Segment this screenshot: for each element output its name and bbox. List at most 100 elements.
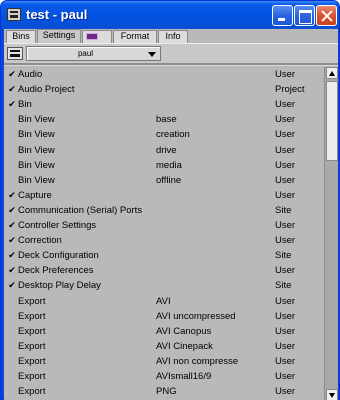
setting-scope: User — [275, 144, 296, 156]
setting-name: Correction — [18, 235, 62, 247]
purple-monitor-icon — [86, 33, 98, 40]
settings-row[interactable]: Export AVI Cinepack User — [4, 339, 322, 354]
scrollbar-thumb[interactable] — [326, 81, 338, 161]
settings-row[interactable]: Export AVI non compresse User — [4, 354, 322, 369]
settings-row[interactable]: Bin View creation User — [4, 127, 322, 142]
setting-subname: creation — [156, 129, 190, 141]
settings-row[interactable]: Bin View drive User — [4, 143, 322, 158]
settings-row[interactable]: Export PNG User — [4, 384, 322, 399]
setting-name: Export — [18, 355, 46, 367]
setting-scope: User — [275, 220, 296, 231]
chevron-down-icon[interactable] — [148, 52, 156, 57]
settings-row[interactable]: Bin View offline User — [4, 173, 322, 188]
setting-name: Export — [18, 371, 46, 382]
setting-scope: User — [275, 265, 296, 277]
settings-panel: Bins Settings Format Info paul ✔ Audio Use… — [4, 29, 338, 400]
setting-name: Bin View — [18, 114, 55, 126]
setting-subname: AVI uncompressed — [156, 310, 236, 322]
setting-name: Controller Settings — [18, 220, 97, 231]
setting-name: Deck Configuration — [18, 250, 99, 262]
setting-name: Export — [18, 310, 46, 322]
setting-scope: User — [275, 235, 296, 247]
setting-scope: User — [275, 189, 296, 201]
setting-scope: User — [275, 174, 296, 186]
settings-row[interactable]: Bin View media User — [4, 158, 322, 173]
settings-row[interactable]: Export AVI Canopus User — [4, 324, 322, 339]
settings-row[interactable]: ✔ Deck Preferences User — [4, 263, 322, 278]
setting-scope: User — [275, 99, 296, 111]
tab-info[interactable]: Info — [158, 30, 188, 43]
user-dropdown-value: paul — [77, 49, 94, 58]
checkmark-icon: ✔ — [8, 189, 16, 200]
setting-scope: Site — [275, 250, 292, 262]
settings-row[interactable]: ✔ Communication (Serial) Ports Site — [4, 203, 322, 218]
maximize-button[interactable] — [294, 5, 315, 26]
settings-row[interactable]: Export AVI User — [4, 294, 322, 309]
setting-name: Bin View — [18, 129, 55, 141]
tab-strip: Bins Settings Format Info — [4, 29, 338, 43]
setting-scope: User — [275, 371, 296, 382]
setting-scope: User — [275, 386, 296, 398]
tab-monitor[interactable] — [82, 30, 112, 43]
setting-name: Bin View — [18, 174, 55, 186]
user-dropdown[interactable]: paul — [26, 46, 161, 61]
vertical-scrollbar[interactable] — [324, 67, 338, 400]
settings-row[interactable]: ✔ Audio User — [4, 67, 322, 82]
setting-name: Export — [18, 325, 46, 337]
checkmark-icon: ✔ — [8, 235, 16, 246]
close-button[interactable] — [316, 5, 337, 26]
checkmark-icon: ✔ — [8, 220, 16, 230]
window-title: test - paul — [26, 7, 88, 22]
setting-scope: Site — [275, 280, 292, 292]
scroll-up-arrow-icon[interactable] — [326, 67, 338, 79]
setting-scope: User — [275, 129, 296, 141]
settings-list: ✔ Audio User ✔ Audio Project Project ✔ Bin User B… — [4, 67, 322, 400]
setting-scope: Site — [275, 204, 292, 216]
settings-row[interactable]: ✔ Capture User — [4, 188, 322, 203]
setting-name: Communication (Serial) Ports — [18, 204, 143, 216]
settings-row[interactable]: ✔ Desktop Play Delay Site — [4, 278, 322, 293]
setting-subname: media — [156, 159, 182, 171]
setting-scope: User — [275, 310, 296, 322]
settings-row[interactable]: Export AVI uncompressed User — [4, 309, 322, 324]
checkmark-icon: ✔ — [8, 280, 16, 291]
settings-row[interactable]: ✔ Bin User — [4, 97, 322, 112]
checkmark-icon: ✔ — [8, 84, 16, 95]
setting-scope: User — [275, 295, 296, 307]
setting-name: Capture — [18, 189, 52, 201]
settings-menu-icon[interactable] — [7, 47, 23, 60]
settings-row[interactable]: Bin View base User — [4, 112, 322, 127]
setting-name: Bin View — [18, 159, 55, 171]
minimize-button[interactable] — [272, 5, 293, 26]
setting-scope: User — [275, 355, 296, 367]
checkmark-icon: ✔ — [8, 69, 16, 79]
scroll-down-arrow-icon[interactable] — [326, 389, 338, 400]
setting-scope: User — [275, 159, 296, 171]
setting-scope: User — [275, 340, 296, 352]
settings-row[interactable]: ✔ Controller Settings User — [4, 218, 322, 233]
checkmark-icon: ✔ — [8, 250, 16, 261]
tab-format[interactable]: Format — [113, 30, 157, 43]
setting-name: Audio Project — [18, 84, 75, 96]
checkmark-icon: ✔ — [8, 265, 16, 276]
title-bar[interactable]: test - paul — [1, 1, 339, 29]
settings-row[interactable]: ✔ Audio Project Project — [4, 82, 322, 97]
tab-bins[interactable]: Bins — [6, 30, 36, 43]
setting-name: Export — [18, 386, 46, 398]
setting-name: Audio — [18, 69, 43, 80]
setting-name: Export — [18, 295, 46, 307]
checkmark-icon: ✔ — [8, 99, 16, 110]
settings-app-icon[interactable] — [7, 8, 21, 21]
setting-name: Deck Preferences — [18, 265, 94, 277]
settings-row[interactable]: Export AVIsmall16/9 User — [4, 369, 322, 384]
setting-name: Export — [18, 340, 46, 352]
setting-subname: base — [156, 114, 177, 126]
tab-settings[interactable]: Settings — [37, 29, 81, 43]
setting-subname: drive — [156, 144, 177, 156]
checkmark-icon: ✔ — [8, 204, 16, 215]
setting-subname: PNG — [156, 386, 177, 398]
settings-row[interactable]: ✔ Deck Configuration Site — [4, 248, 322, 263]
settings-row[interactable]: ✔ Correction User — [4, 233, 322, 248]
setting-subname: offline — [156, 174, 182, 186]
setting-name: Bin — [18, 99, 32, 111]
